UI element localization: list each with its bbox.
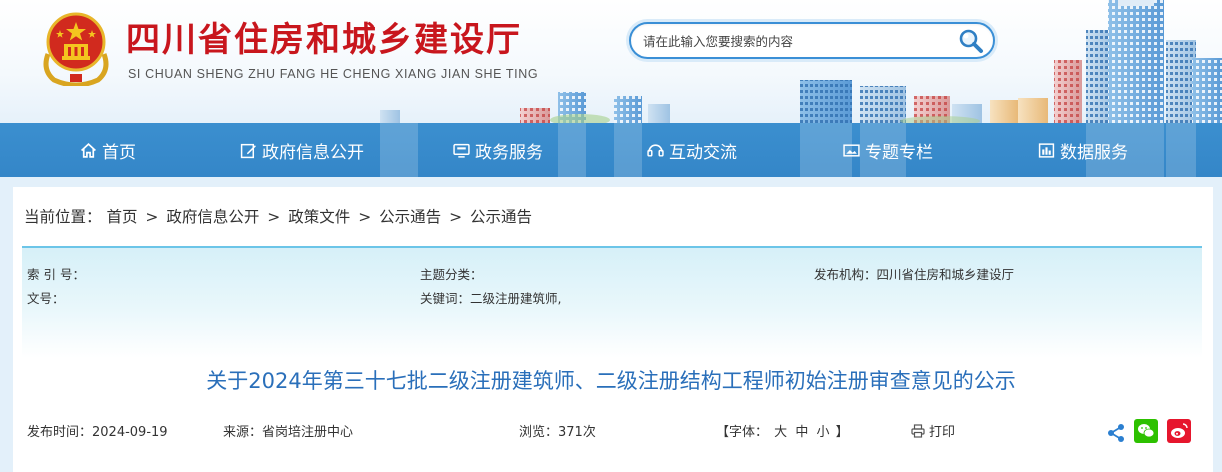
search-input[interactable] <box>643 32 953 51</box>
nav-item-data[interactable]: 数据服务 <box>1038 123 1128 177</box>
breadcrumb: 当前位置： 首页 > 政府信息公开 > 政策文件 > 公示通告 > 公示通告 <box>24 205 532 227</box>
breadcrumb-separator: > <box>145 208 159 226</box>
publish-time: 发布时间：2024-09-19 <box>27 425 168 440</box>
search-box <box>629 22 995 59</box>
font-size-small-button[interactable]: 小 <box>816 425 829 440</box>
meta-publisher: 发布机构：四川省住房和城乡建设厅 <box>814 264 1014 283</box>
breadcrumb-item-policy[interactable]: 政策文件 <box>288 208 350 226</box>
font-size-close: 】 <box>835 425 849 440</box>
wechat-icon[interactable] <box>1134 419 1158 443</box>
edit-icon <box>240 143 256 158</box>
printer-icon <box>911 423 925 438</box>
share-icon[interactable] <box>1106 423 1126 443</box>
meta-keywords: 关键词：二级注册建筑师, <box>420 288 562 307</box>
font-size-control: 【字体： 大 中 小 】 <box>716 421 849 440</box>
data-icon <box>1038 142 1055 158</box>
breadcrumb-separator: > <box>267 208 281 226</box>
print-button[interactable]: 打印 <box>911 421 955 440</box>
breadcrumb-separator: > <box>358 208 372 226</box>
font-size-large-button[interactable]: 大 <box>774 425 787 440</box>
breadcrumb-prefix: 当前位置： <box>24 208 102 226</box>
home-icon <box>81 142 96 158</box>
nav-item-topics[interactable]: 专题专栏 <box>843 123 933 177</box>
nav-item-interaction[interactable]: 互动交流 <box>647 123 737 177</box>
nav-item-label: 互动交流 <box>669 142 737 163</box>
site-header: 四川省住房和城乡建设厅 SI CHUAN SHENG ZHU FANG HE C… <box>0 0 1222 123</box>
nav-item-label: 首页 <box>102 142 136 163</box>
search-button[interactable] <box>957 27 985 55</box>
nav-item-label: 专题专栏 <box>865 142 933 163</box>
breadcrumb-separator: > <box>449 208 463 226</box>
nav-item-home[interactable]: 首页 <box>80 123 136 177</box>
nav-item-services[interactable]: 政务服务 <box>453 123 543 177</box>
meta-category: 主题分类： <box>420 264 483 283</box>
meta-keywords-value: 二级注册建筑师, <box>470 291 562 306</box>
meta-index: 索 引 号： <box>27 264 85 283</box>
print-label: 打印 <box>929 425 956 440</box>
image-icon <box>843 143 860 157</box>
meta-doc-no: 文号： <box>27 288 65 307</box>
breadcrumb-item-gov-info[interactable]: 政府信息公开 <box>166 208 259 226</box>
font-size-open: 【字体： <box>716 425 769 440</box>
breadcrumb-item-home[interactable]: 首页 <box>106 208 137 226</box>
meta-category-label: 主题分类： <box>420 267 483 282</box>
interact-icon <box>647 143 664 157</box>
city-skyline-illustration <box>380 0 1222 123</box>
article-source: 来源：省岗培注册中心 <box>223 425 354 440</box>
weibo-icon[interactable] <box>1167 419 1191 443</box>
meta-index-label: 索 引 号： <box>27 267 85 282</box>
monitor-icon <box>453 143 470 158</box>
breadcrumb-item-notices[interactable]: 公示通告 <box>379 208 441 226</box>
nav-item-label: 数据服务 <box>1060 142 1128 163</box>
meta-keywords-label: 关键词： <box>420 291 471 306</box>
font-size-medium-button[interactable]: 中 <box>795 425 808 440</box>
meta-publisher-label: 发布机构： <box>814 267 877 282</box>
view-count: 浏览：371次 <box>519 425 596 440</box>
nav-item-label: 政务服务 <box>475 142 543 163</box>
main-nav: 首页 政府信息公开 政务服务 互动交流 专题专栏 数据服务 <box>0 123 1222 177</box>
meta-publisher-value: 四川省住房和城乡建设厅 <box>876 267 1015 282</box>
article-title: 关于2024年第三十七批二级注册建筑师、二级注册结构工程师初始注册审查意见的公示 <box>206 369 1016 393</box>
meta-doc-no-label: 文号： <box>27 291 65 306</box>
nav-item-label: 政府信息公开 <box>262 142 364 163</box>
search-icon <box>959 29 983 53</box>
breadcrumb-item-notices-current[interactable]: 公示通告 <box>470 208 532 226</box>
national-emblem-logo <box>43 12 109 86</box>
document-meta-box <box>22 246 1202 358</box>
nav-item-gov-info[interactable]: 政府信息公开 <box>240 123 364 177</box>
